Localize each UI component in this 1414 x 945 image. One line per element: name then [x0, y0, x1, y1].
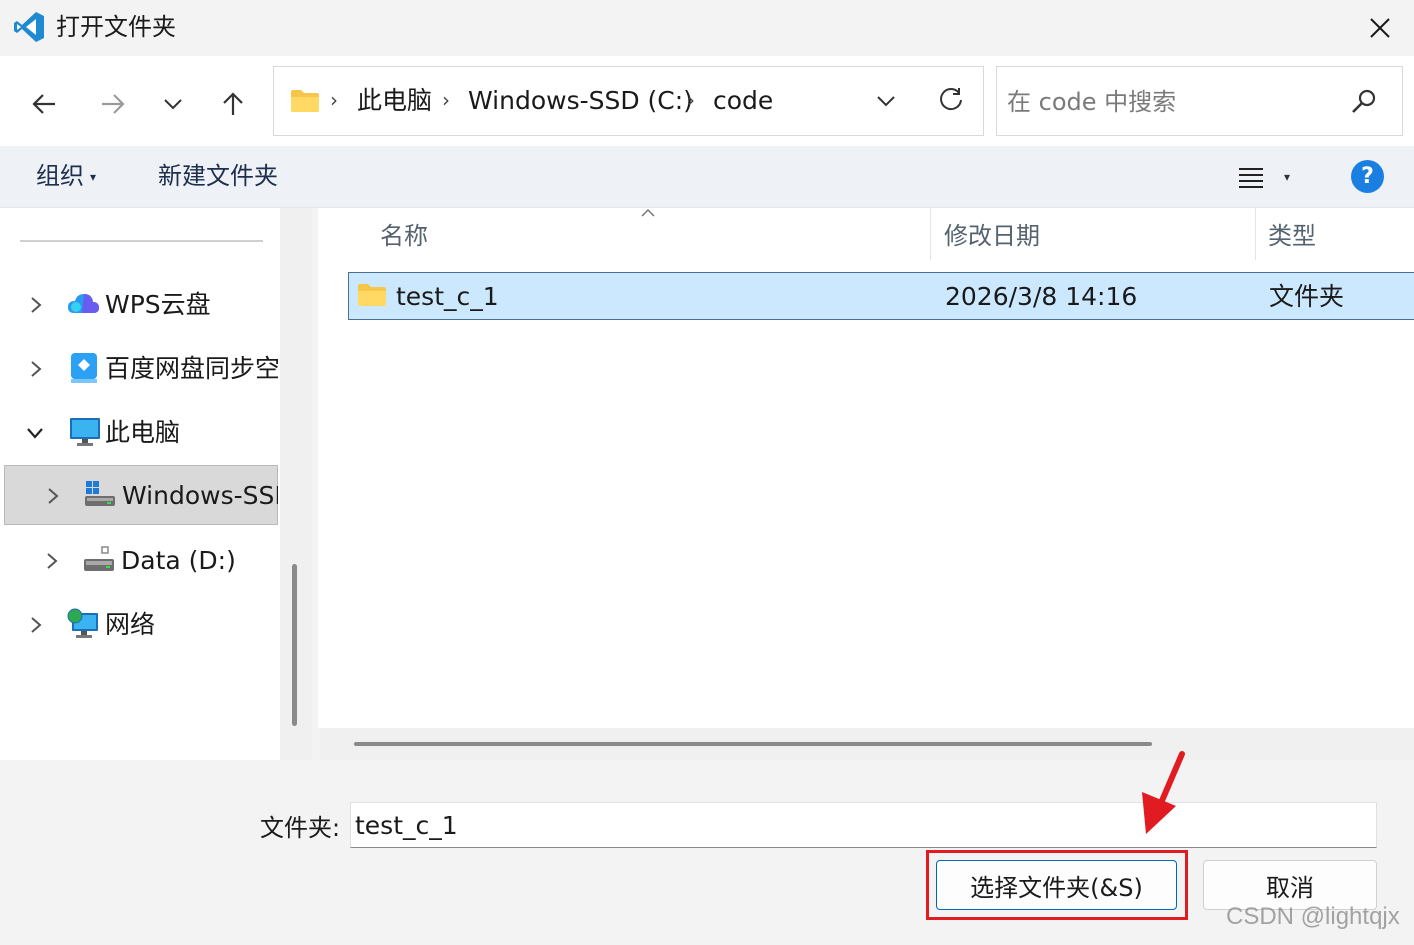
- file-type-cell: 文件夹: [1269, 282, 1345, 311]
- sidebar-item-baidu-netdisk[interactable]: 百度网盘同步空间: [0, 339, 280, 399]
- details-view-icon: [1239, 168, 1263, 188]
- caret-down-icon: ▾: [1284, 170, 1291, 184]
- forward-button[interactable]: [91, 82, 135, 126]
- search-box[interactable]: [996, 66, 1403, 136]
- new-folder-button[interactable]: 新建文件夹: [158, 160, 278, 192]
- sidebar-scrollbar[interactable]: [292, 564, 297, 726]
- crumb-separator: ›: [442, 88, 450, 112]
- sort-ascending-icon: [641, 208, 655, 217]
- breadcrumb-this-pc[interactable]: 此电脑: [357, 85, 432, 117]
- column-header-name[interactable]: 名称: [380, 220, 428, 252]
- chevron-right-icon[interactable]: [43, 486, 63, 506]
- cloud-icon: [68, 294, 99, 313]
- refresh-button[interactable]: [934, 83, 968, 117]
- sidebar-item-data-d[interactable]: Data (D:): [0, 531, 280, 591]
- sidebar-item-wps-cloud[interactable]: WPS云盘: [0, 275, 280, 335]
- breadcrumb-code[interactable]: code: [713, 85, 773, 117]
- back-button[interactable]: [22, 82, 66, 126]
- dialog-footer: 文件夹: 选择文件夹(&S) 取消 CSDN @lightqjx: [0, 760, 1414, 945]
- chevron-right-icon[interactable]: [42, 551, 62, 571]
- caret-down-icon: ▾: [90, 170, 97, 184]
- file-list: 名称 修改日期 类型 test_c_1 2026/3/8 14:16 文件夹: [318, 208, 1414, 728]
- sidebar-item-label: 百度网盘同步空间: [105, 354, 278, 383]
- sidebar-item-label: Data (D:): [121, 546, 236, 575]
- sidebar-item-this-pc[interactable]: 此电脑: [0, 403, 280, 463]
- arrow-right-icon: [102, 94, 125, 114]
- file-name-cell: test_c_1: [396, 282, 499, 311]
- breadcrumb-drive-c[interactable]: Windows-SSD (C:): [468, 85, 693, 117]
- refresh-icon: [940, 88, 962, 111]
- chevron-down-icon: [164, 99, 182, 110]
- address-history-dropdown[interactable]: [870, 85, 902, 117]
- navigation-bar: › 此电脑 › Windows-SSD (C:) › code: [0, 56, 1414, 146]
- computer-icon: [70, 418, 100, 446]
- sidebar-item-label: 网络: [105, 610, 156, 639]
- organize-label: 组织: [36, 162, 84, 190]
- file-modified-cell: 2026/3/8 14:16: [945, 282, 1138, 311]
- folder-icon: [358, 284, 386, 306]
- close-button[interactable]: [1356, 6, 1404, 50]
- chevron-down-icon[interactable]: [25, 423, 45, 443]
- sidebar-item-windows-ssd[interactable]: Windows-SSD (C:): [4, 465, 278, 525]
- network-icon: [67, 608, 98, 638]
- sidebar-divider: [20, 240, 263, 242]
- arrow-up-icon: [223, 92, 243, 115]
- chevron-right-icon[interactable]: [26, 615, 46, 635]
- sidebar-item-label: 此电脑: [105, 418, 181, 447]
- folder-name-input[interactable]: [350, 802, 1377, 848]
- window-title: 打开文件夹: [56, 13, 176, 41]
- recent-locations-button[interactable]: [151, 82, 195, 126]
- address-bar[interactable]: › 此电脑 › Windows-SSD (C:) › code: [273, 66, 984, 136]
- chevron-right-icon[interactable]: [26, 359, 46, 379]
- folder-icon: [291, 90, 319, 112]
- help-icon: ?: [1361, 164, 1374, 189]
- search-input[interactable]: [1007, 85, 1337, 119]
- sidebar-item-label: Windows-SSD (C:): [122, 481, 278, 510]
- drive-icon: [84, 546, 114, 571]
- column-header-modified[interactable]: 修改日期: [944, 220, 1040, 252]
- chevron-right-icon[interactable]: [26, 295, 46, 315]
- vscode-icon: [14, 12, 44, 42]
- horizontal-scrollbar[interactable]: [354, 742, 1152, 746]
- watermark: CSDN @lightqjx: [1226, 903, 1400, 930]
- annotation-arrow: [1142, 751, 1185, 834]
- crumb-separator: ›: [330, 88, 338, 112]
- command-bar: 组织 ▾ 新建文件夹 ▾ ?: [0, 146, 1414, 208]
- column-separator[interactable]: [1255, 208, 1256, 260]
- title-bar: 打开文件夹: [0, 0, 1414, 56]
- close-icon: [1370, 18, 1390, 38]
- help-button[interactable]: ?: [1351, 160, 1384, 193]
- navigation-pane: WPS云盘 百度网盘同步空间 此电脑 Windows-SSD (C:): [0, 208, 312, 760]
- organize-menu[interactable]: 组织 ▾: [36, 160, 96, 193]
- table-row[interactable]: test_c_1 2026/3/8 14:16 文件夹: [348, 272, 1414, 320]
- crumb-separator: ›: [687, 88, 695, 112]
- column-header-type[interactable]: 类型: [1268, 220, 1316, 252]
- baidu-netdisk-icon: [71, 353, 97, 383]
- folder-field-label: 文件夹:: [260, 814, 341, 842]
- search-icon[interactable]: [1349, 87, 1379, 117]
- view-options-button[interactable]: ▾: [1238, 162, 1310, 192]
- sidebar-item-network[interactable]: 网络: [0, 595, 280, 655]
- windows-drive-icon: [85, 481, 115, 506]
- column-separator[interactable]: [930, 208, 931, 260]
- select-folder-button[interactable]: 选择文件夹(&S): [936, 860, 1177, 910]
- arrow-left-icon: [32, 94, 55, 114]
- chevron-down-icon: [877, 96, 895, 107]
- sidebar-item-label: WPS云盘: [105, 290, 211, 319]
- up-button[interactable]: [211, 82, 255, 126]
